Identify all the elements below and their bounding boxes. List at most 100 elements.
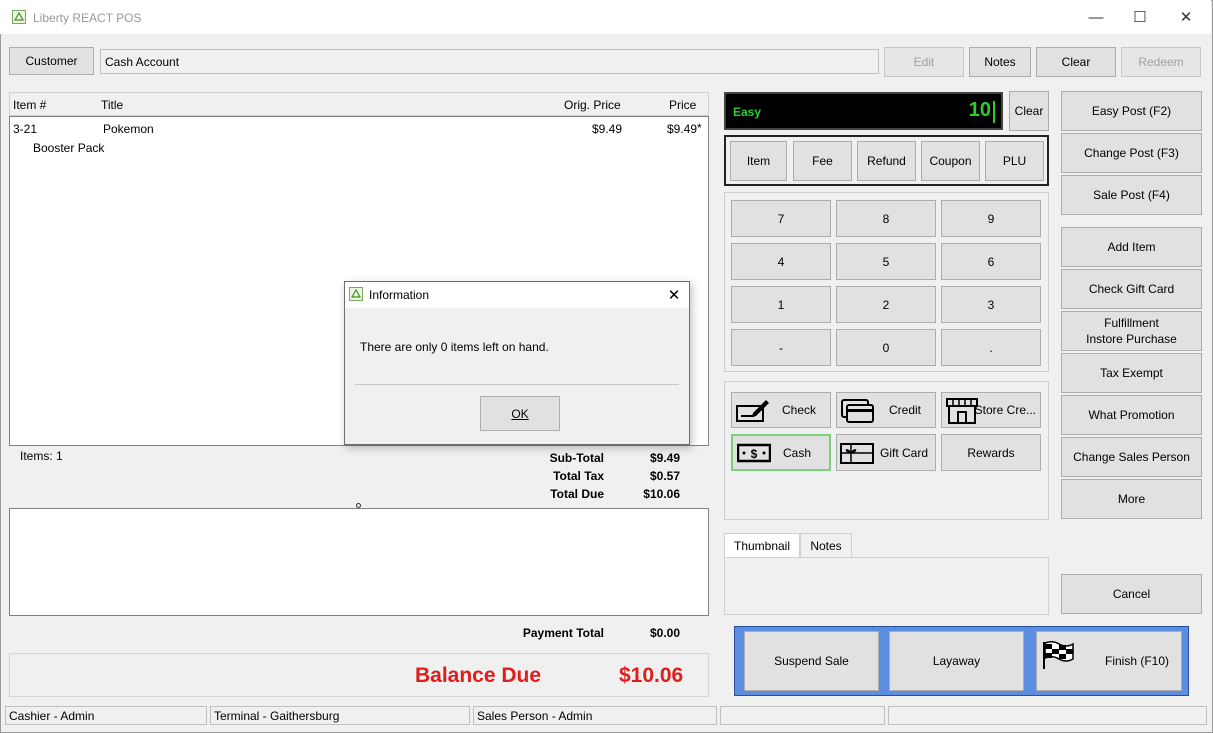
display-value: 10 (968, 99, 991, 121)
close-icon: ✕ (667, 287, 681, 304)
payment-total-value: $0.00 (649, 626, 680, 640)
redeem-button[interactable]: Redeem (1121, 47, 1201, 77)
thumbnail-panel (724, 557, 1049, 615)
balance-panel: Balance Due $10.06 (9, 653, 709, 697)
display-clear-button[interactable]: Clear (1009, 91, 1049, 131)
status-cashier: Cashier - Admin (5, 706, 207, 725)
row-price-flag: * (697, 121, 702, 135)
what-promotion-button[interactable]: What Promotion (1061, 395, 1202, 435)
row-orig-price: $9.49 (592, 122, 623, 136)
tender-gift-card-button[interactable]: Gift Card (836, 434, 936, 471)
key-decimal[interactable]: . (941, 329, 1041, 366)
row-price: $9.49 (667, 122, 698, 136)
payments-list[interactable] (9, 508, 709, 616)
dialog-app-icon (349, 287, 363, 301)
subtotal-label: Sub-Total (549, 451, 604, 465)
tender-rewards-button[interactable]: Rewards (941, 434, 1041, 471)
key-8[interactable]: 8 (836, 200, 936, 237)
easy-post-button[interactable]: Easy Post (F2) (1061, 91, 1202, 131)
notes-button[interactable]: Notes (969, 47, 1031, 77)
mode-plu-button[interactable]: PLU (985, 141, 1044, 181)
maximize-icon: ☐ (1133, 9, 1147, 26)
close-icon: ✕ (1179, 9, 1193, 26)
dialog-close-button[interactable]: ✕ (663, 284, 685, 306)
check-gift-card-button[interactable]: Check Gift Card (1061, 269, 1202, 309)
status-terminal: Terminal - Gaithersburg (210, 706, 470, 725)
amount-display: Easy 10 (724, 92, 1003, 130)
more-button[interactable]: More (1061, 479, 1202, 519)
status-sales-person: Sales Person - Admin (473, 706, 717, 725)
row-title-line2: Booster Pack (33, 141, 105, 155)
svg-text:$: $ (751, 447, 758, 461)
dialog-ok-button[interactable]: OK (480, 396, 560, 431)
tender-credit-label: Credit (888, 403, 921, 417)
tender-credit-button[interactable]: Credit (836, 392, 936, 428)
tender-check-label: Check (781, 403, 816, 417)
subtotal-value: $9.49 (649, 451, 680, 465)
key-0[interactable]: 0 (836, 329, 936, 366)
key-9[interactable]: 9 (941, 200, 1041, 237)
balance-due-label: Balance Due (415, 664, 542, 687)
tab-notes[interactable]: Notes (800, 533, 852, 558)
payment-total-label: Payment Total (522, 626, 604, 640)
tab-thumbnail[interactable]: Thumbnail (724, 533, 800, 558)
gift-card-icon (840, 443, 874, 464)
key-7[interactable]: 7 (731, 200, 831, 237)
total-due-value: $10.06 (643, 487, 680, 501)
key-minus[interactable]: - (731, 329, 831, 366)
column-price[interactable]: Price (669, 98, 696, 112)
add-item-button[interactable]: Add Item (1061, 227, 1202, 267)
column-item-number[interactable]: Item # (13, 98, 46, 112)
key-3[interactable]: 3 (941, 286, 1041, 323)
dialog-title-bar: Information ✕ (345, 282, 689, 308)
key-6[interactable]: 6 (941, 243, 1041, 280)
items-grid-header: Item # Title Orig. Price Price (9, 92, 709, 116)
dialog-message: There are only 0 items left on hand. (360, 340, 549, 354)
balance-due-value: $10.06 (619, 664, 684, 687)
customer-button[interactable]: Customer (9, 47, 94, 75)
information-dialog: Information ✕ There are only 0 items lef… (344, 281, 690, 445)
change-post-button[interactable]: Change Post (F3) (1061, 133, 1202, 173)
minimize-button[interactable]: — (1073, 0, 1119, 34)
table-row[interactable]: 3-21 Pokemon Booster Pack $9.49 $9.49 * (10, 117, 708, 159)
fulfillment-label-line1: Fulfillment (1104, 316, 1159, 330)
sale-post-button[interactable]: Sale Post (F4) (1061, 175, 1202, 215)
tax-exempt-button[interactable]: Tax Exempt (1061, 353, 1202, 393)
storefront-icon (946, 398, 978, 424)
tender-cash-button[interactable]: $ Cash (731, 434, 831, 471)
key-4[interactable]: 4 (731, 243, 831, 280)
tender-store-credit-label: Store Cre... (974, 403, 1036, 417)
tender-check-button[interactable]: Check (731, 392, 831, 428)
display-cursor (993, 101, 995, 123)
key-5[interactable]: 5 (836, 243, 936, 280)
suspend-sale-button[interactable]: Suspend Sale (744, 631, 879, 691)
customer-field[interactable]: Cash Account (100, 49, 879, 74)
items-count: Items: 1 (20, 449, 63, 463)
row-item-number: 3-21 (13, 122, 38, 136)
finish-button[interactable]: Finish (F10) (1036, 631, 1182, 691)
edit-button[interactable]: Edit (884, 47, 964, 77)
customer-value: Cash Account (105, 54, 180, 69)
close-button[interactable]: ✕ (1163, 0, 1209, 34)
dialog-separator (355, 384, 679, 385)
mode-refund-button[interactable]: Refund (857, 141, 916, 181)
check-icon (736, 400, 769, 422)
key-2[interactable]: 2 (836, 286, 936, 323)
mode-item-button[interactable]: Item (730, 141, 787, 181)
maximize-button[interactable]: ☐ (1117, 0, 1163, 34)
column-title[interactable]: Title (101, 98, 123, 112)
key-1[interactable]: 1 (731, 286, 831, 323)
clear-button[interactable]: Clear (1036, 47, 1116, 77)
mode-coupon-button[interactable]: Coupon (921, 141, 980, 181)
tender-store-credit-button[interactable]: Store Cre... (941, 392, 1041, 428)
total-due-label: Total Due (550, 487, 604, 501)
column-orig-price[interactable]: Orig. Price (564, 98, 621, 112)
mode-fee-button[interactable]: Fee (793, 141, 852, 181)
tax-value: $0.57 (649, 469, 680, 483)
layaway-button[interactable]: Layaway (889, 631, 1024, 691)
change-sales-person-button[interactable]: Change Sales Person (1061, 437, 1202, 477)
cancel-button[interactable]: Cancel (1061, 574, 1202, 614)
display-mode: Easy (733, 105, 762, 119)
window-title: Liberty REACT POS (33, 11, 142, 25)
fulfillment-button[interactable]: Fulfillment Instore Purchase (1061, 311, 1202, 351)
